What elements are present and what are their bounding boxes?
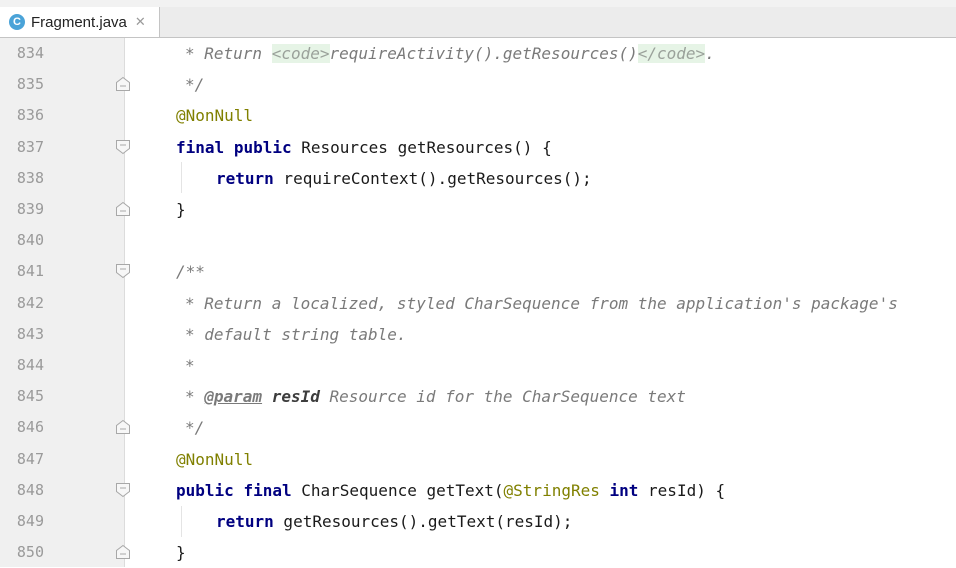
code-token: @StringRes	[503, 480, 600, 500]
code-text: /**	[176, 256, 205, 287]
code-text: public final CharSequence getText(@Strin…	[176, 475, 725, 506]
code-token: <code>	[271, 44, 330, 63]
code-line[interactable]: 845 * @param resId Resource id for the Ch…	[0, 381, 956, 412]
fold-end-icon[interactable]	[115, 544, 131, 560]
code-line[interactable]: 850}	[0, 537, 956, 568]
code-token: */	[185, 418, 205, 438]
code-line[interactable]: 842 * Return a localized, styled CharSequ…	[0, 288, 956, 319]
line-number: 840	[16, 231, 44, 250]
fold-start-icon[interactable]	[115, 482, 131, 498]
code-token: return	[216, 512, 274, 531]
code-text: */	[185, 412, 204, 443]
fold-end-icon[interactable]	[115, 201, 131, 217]
code-text: }	[176, 537, 186, 568]
line-number: 841	[16, 262, 44, 281]
fold-end-icon[interactable]	[115, 419, 131, 435]
line-number: 844	[16, 356, 44, 374]
code-token: CharSequence getText(	[291, 480, 504, 500]
code-line[interactable]: 846 */	[0, 412, 956, 443]
code-line[interactable]: 844 *	[0, 350, 956, 381]
code-line[interactable]: 836 @NonNull	[0, 100, 956, 131]
code-line[interactable]: 838 return requireContext().getResources(…	[0, 163, 956, 194]
line-number: 835	[16, 75, 44, 94]
code-line[interactable]: 843 * default string table.	[0, 319, 956, 350]
line-number: 848	[16, 480, 44, 499]
code-text: final public Resources getResources() {	[176, 132, 552, 163]
line-number: 839	[16, 200, 44, 218]
fold-start-icon[interactable]	[115, 263, 131, 279]
code-token: }	[176, 200, 186, 219]
code-line[interactable]: 840	[0, 225, 956, 256]
line-number: 836	[16, 106, 44, 125]
tab-title: Fragment.java	[31, 13, 127, 31]
code-token: public	[176, 480, 234, 500]
code-token: *	[185, 387, 205, 407]
code-token: /**	[176, 262, 205, 282]
line-number: 846	[16, 418, 44, 437]
code-line[interactable]: 847 @NonNull	[0, 444, 956, 475]
code-text: * @param resId Resource id for the CharS…	[185, 381, 686, 412]
code-token: getResources().getText(resId);	[273, 512, 573, 531]
code-editor[interactable]: 834 * Return <code>requireActivity().getR…	[0, 38, 956, 567]
code-line[interactable]: 849 return getResources().getText(resId);	[0, 506, 956, 537]
java-class-icon: C	[9, 14, 25, 30]
code-line[interactable]: 837 final public Resources getResources()…	[0, 132, 956, 163]
code-token: requireActivity().getResources()	[329, 44, 638, 63]
code-token: * Return	[185, 44, 272, 63]
code-text: */	[185, 69, 204, 100]
code-token: */	[185, 75, 205, 95]
code-text: * default string table.	[185, 319, 407, 350]
editor-tab-bar: C Fragment.java ✕	[0, 7, 956, 38]
fold-end-icon[interactable]	[115, 76, 131, 92]
code-token: @NonNull	[176, 106, 254, 126]
code-line[interactable]: 839}	[0, 194, 956, 225]
line-number: 843	[16, 324, 44, 343]
close-icon[interactable]: ✕	[135, 15, 146, 30]
code-token: Resources getResources() {	[291, 137, 552, 157]
code-token: final	[176, 137, 225, 157]
code-token: </code>	[637, 44, 706, 63]
code-line[interactable]: 835 */	[0, 69, 956, 100]
code-token: *	[185, 356, 195, 375]
code-token: * Return a localized, styled CharSequenc…	[185, 293, 898, 313]
line-number: 845	[16, 387, 44, 406]
code-token: @NonNull	[176, 449, 254, 469]
line-number: 850	[16, 543, 44, 562]
code-token: Resource id for the CharSequence text	[319, 387, 686, 407]
code-token: int	[609, 480, 639, 500]
code-token: @param	[204, 387, 263, 407]
code-text: }	[176, 194, 186, 225]
code-token: public	[233, 137, 292, 157]
code-line[interactable]: 841 /**	[0, 256, 956, 287]
code-line[interactable]: 834 * Return <code>requireActivity().getR…	[0, 38, 956, 69]
line-number: 847	[16, 449, 44, 468]
code-text: @NonNull	[176, 444, 253, 475]
code-text: * Return a localized, styled CharSequenc…	[185, 288, 898, 319]
code-token: resId	[271, 387, 320, 407]
fold-start-icon[interactable]	[115, 139, 131, 155]
code-token: * default string table.	[185, 324, 407, 344]
code-text: @NonNull	[176, 100, 253, 131]
line-number: 834	[16, 44, 44, 62]
code-token: resId) {	[638, 480, 726, 500]
line-number: 849	[16, 512, 44, 530]
code-token: requireContext().getResources();	[273, 168, 592, 188]
code-line[interactable]: 848 public final CharSequence getText(@St…	[0, 475, 956, 506]
code-text: *	[185, 350, 195, 381]
code-text: * Return <code>requireActivity().getReso…	[185, 38, 715, 69]
code-token: return	[216, 168, 274, 188]
line-number: 837	[16, 137, 44, 156]
line-number: 838	[16, 168, 44, 187]
code-text: return getResources().getText(resId);	[216, 506, 572, 537]
code-text: return requireContext().getResources();	[216, 163, 592, 194]
code-token: final	[243, 480, 292, 500]
line-number: 842	[16, 293, 44, 312]
code-token: .	[705, 44, 715, 63]
tab-fragment-java[interactable]: C Fragment.java ✕	[0, 7, 160, 37]
code-token: }	[176, 543, 186, 563]
